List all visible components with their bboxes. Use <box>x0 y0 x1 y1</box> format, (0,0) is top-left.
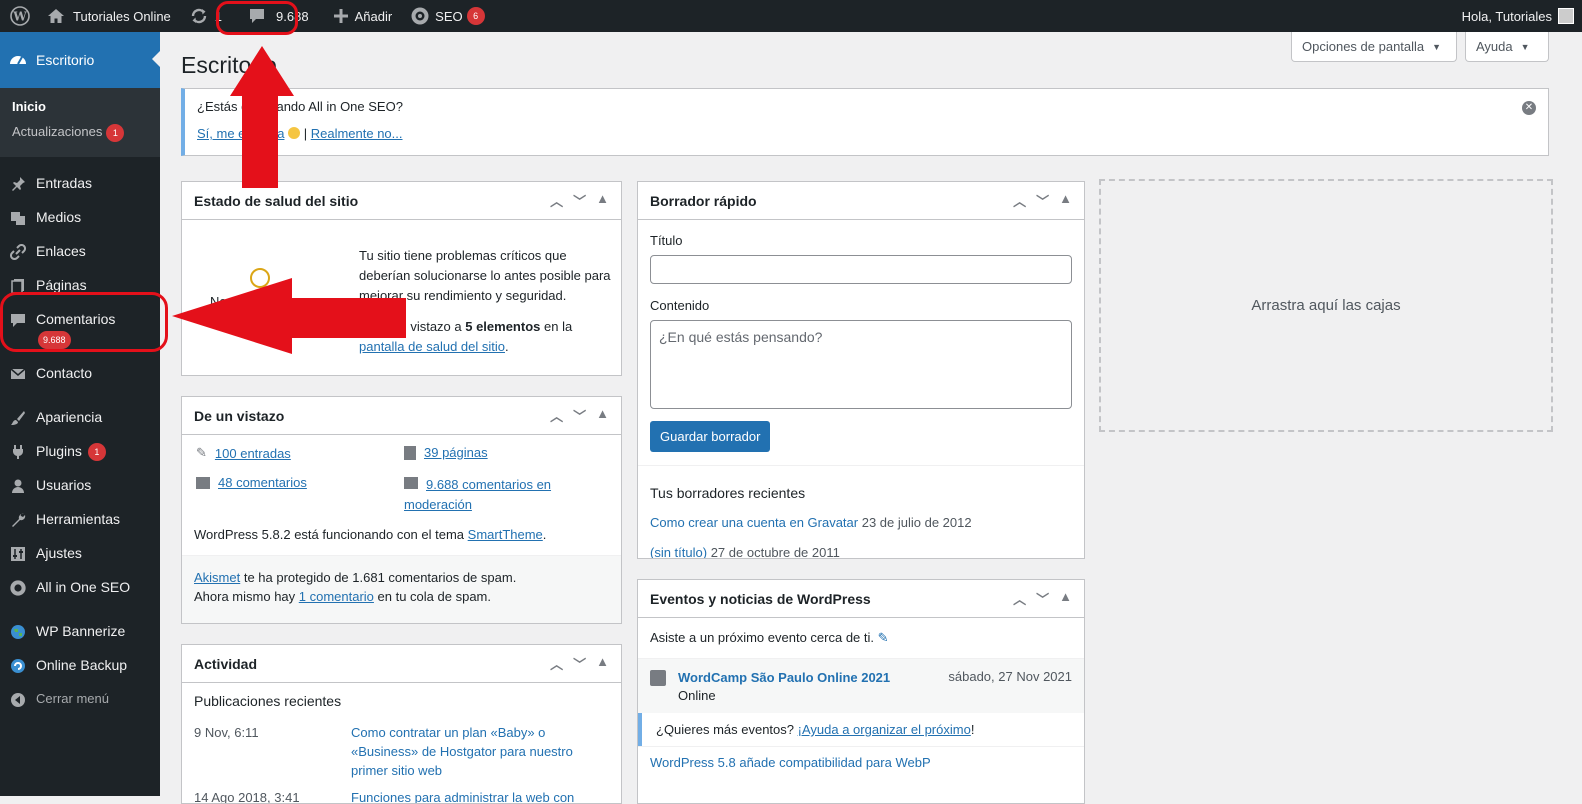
up-arrow-annotation <box>230 46 294 188</box>
annotation-arrows <box>172 46 406 354</box>
left-arrow-annotation <box>172 278 406 354</box>
